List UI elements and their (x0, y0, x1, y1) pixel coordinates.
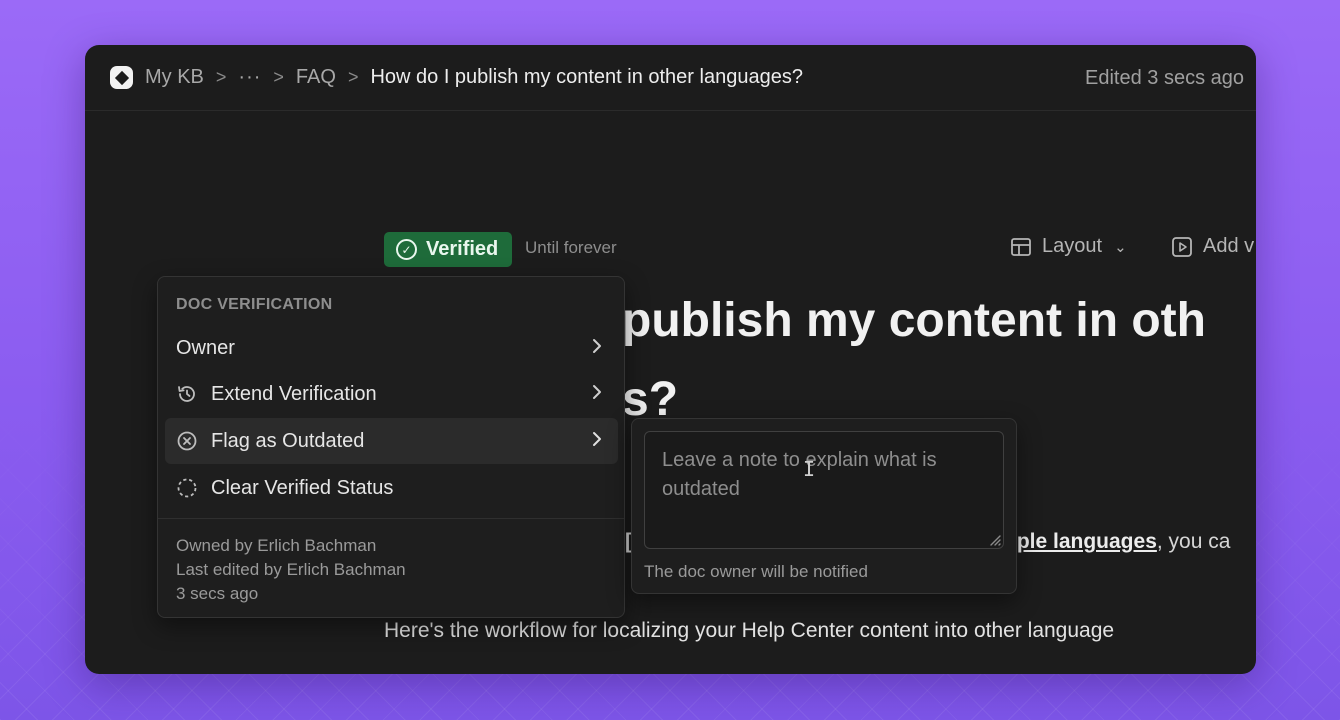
outdated-note-input[interactable] (644, 431, 1004, 549)
menu-item-clear-verified[interactable]: Clear Verified Status (165, 465, 618, 511)
owner-text: Owned by Erlich Bachman (176, 536, 377, 555)
edited-status: Edited 3 secs ago (1085, 66, 1244, 89)
breadcrumb-faq[interactable]: FAQ (296, 66, 336, 89)
doc-verification-menu: DOC VERIFICATION Owner Extend Verificati… (157, 276, 625, 618)
breadcrumb-more[interactable]: ··· (238, 66, 261, 89)
history-icon (178, 386, 195, 402)
add-video-button[interactable]: Add v (1172, 235, 1254, 258)
verified-label: Verified (426, 238, 499, 260)
breadcrumb-separator-icon: > (347, 67, 359, 87)
breadcrumb-separator-icon: > (273, 67, 284, 87)
menu-item-extend-verification[interactable]: Extend Verification (165, 371, 618, 417)
menu-item-label: Owner (176, 336, 235, 359)
workflow-paragraph[interactable]: Here's the workflow for localizing your … (384, 619, 1114, 643)
body-link-suffix: , you ca (1156, 530, 1231, 553)
last-edited-text: Last edited by Erlich Bachman (176, 560, 406, 579)
menu-divider (158, 518, 624, 519)
verified-badge[interactable]: ✓ Verified (384, 232, 512, 267)
verified-until: Until forever (525, 238, 617, 257)
app-window: My KB > ··· > FAQ > How do I publish my … (85, 45, 1256, 674)
breadcrumb-kb[interactable]: My KB (145, 66, 204, 89)
layout-icon (1011, 237, 1031, 256)
layout-label: Layout (1042, 235, 1103, 257)
doc-title-line1[interactable]: publish my content in oth (622, 293, 1206, 348)
dashed-circle-icon (177, 478, 197, 498)
menu-item-owner[interactable]: Owner (165, 325, 618, 371)
check-circle-icon: ✓ (396, 239, 417, 260)
menu-item-label: Clear Verified Status (211, 476, 394, 499)
resize-grip-icon[interactable] (987, 532, 1001, 546)
notify-text: The doc owner will be notified (644, 562, 868, 581)
chevron-right-icon (593, 385, 601, 399)
circle-x-icon (177, 431, 197, 451)
flag-outdated-panel: The doc owner will be notified (631, 418, 1017, 594)
top-bar: My KB > ··· > FAQ > How do I publish my … (85, 45, 1256, 111)
menu-item-flag-outdated[interactable]: Flag as Outdated (165, 418, 618, 464)
breadcrumb-separator-icon: > (215, 67, 227, 87)
chevron-right-icon (593, 432, 601, 446)
time-text: 3 secs ago (176, 584, 259, 603)
multiple-languages-link[interactable]: iple languages (1011, 530, 1157, 553)
menu-item-label: Flag as Outdated (211, 429, 365, 452)
body-text-line: iple languages, you ca (1011, 530, 1230, 554)
layout-button[interactable]: Layout ⌄ (1011, 235, 1127, 258)
app-logo-icon[interactable] (110, 66, 133, 89)
chevron-right-icon (593, 339, 601, 353)
chevron-down-icon: ⌄ (1114, 238, 1127, 256)
breadcrumb-current: How do I publish my content in other lan… (370, 66, 803, 88)
add-video-label: Add v (1203, 235, 1255, 257)
menu-heading: DOC VERIFICATION (176, 296, 333, 313)
menu-item-label: Extend Verification (211, 382, 377, 405)
play-square-icon (1172, 236, 1192, 257)
text-cursor-icon: I (803, 457, 816, 481)
